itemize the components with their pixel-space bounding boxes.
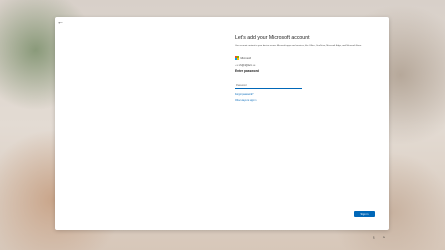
sign-in-button[interactable]: Sign in bbox=[354, 211, 375, 217]
page-title: Let's add your Microsoft account bbox=[235, 35, 310, 41]
back-arrow-icon[interactable]: ← bbox=[57, 19, 67, 27]
password-field[interactable] bbox=[235, 83, 302, 89]
microsoft-label: Microsoft bbox=[240, 56, 252, 60]
oobe-dialog: Let's add your Microsoft account Use acc… bbox=[55, 17, 389, 230]
password-heading: Enter password bbox=[235, 69, 259, 73]
microsoft-logo-icon bbox=[235, 56, 239, 60]
account-identity[interactable]: ‹ •• i•S@4@lwm ••• bbox=[235, 64, 375, 67]
page-description: Use account content to your device acros… bbox=[235, 45, 362, 47]
account-email: ‹ •• i•S@4@lwm ••• bbox=[235, 64, 256, 67]
forgot-password-link[interactable]: Forgot password? bbox=[235, 94, 375, 96]
other-sign-in-link[interactable]: Other ways to sign in bbox=[235, 100, 375, 102]
sign-in-panel: Let's add your Microsoft account Use acc… bbox=[235, 35, 375, 102]
microsoft-brand-row: Microsoft bbox=[235, 56, 375, 60]
network-icon[interactable]: ◔ bbox=[382, 235, 385, 241]
accessibility-icon[interactable]: ♁ bbox=[372, 235, 376, 241]
